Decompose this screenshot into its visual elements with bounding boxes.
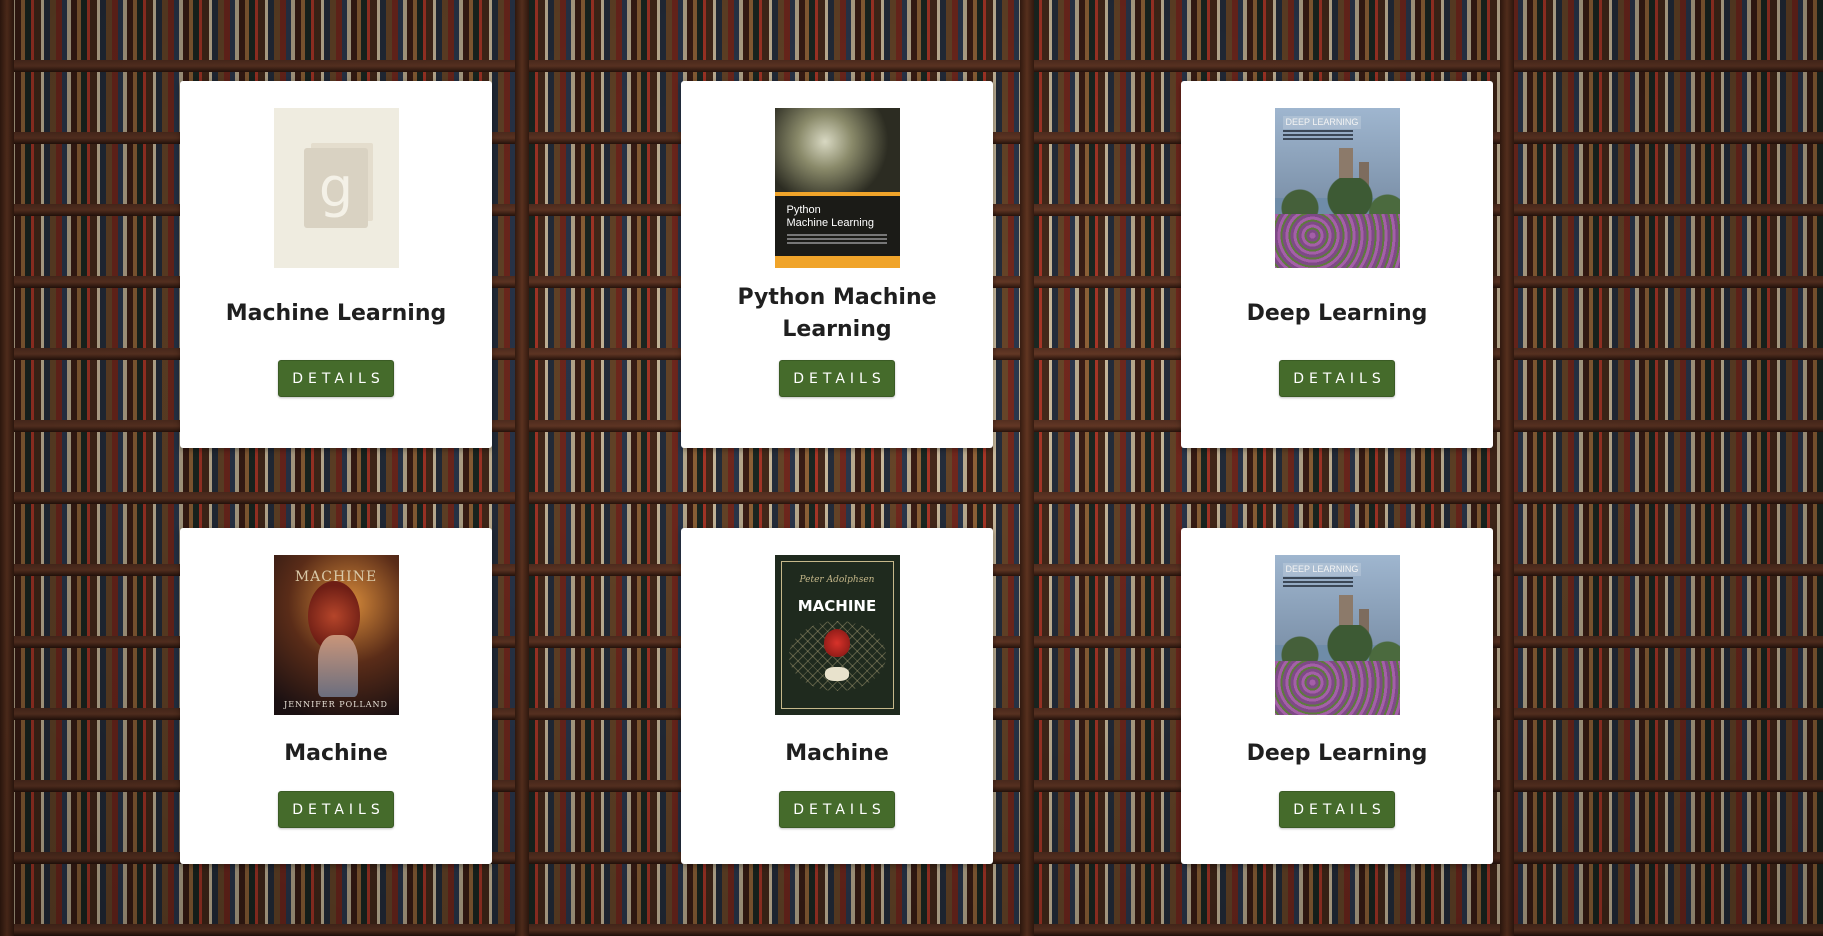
book-title: Machine [284, 741, 388, 766]
cover-author-lines [1282, 130, 1353, 140]
book-cover-image[interactable]: DEEP LEARNING [1274, 555, 1400, 715]
book-cover-image[interactable]: Peter Adolphsen MACHINE [774, 555, 900, 715]
cover-title-text: MACHINE [797, 597, 877, 615]
cover-title-text: DEEP LEARNING [1282, 116, 1362, 129]
book-title: Machine Learning [225, 301, 447, 326]
placeholder-letter: g [318, 156, 354, 219]
cover-unicorn [824, 667, 849, 681]
cover-footer-band [774, 256, 900, 268]
details-button[interactable]: DETAILS [1279, 791, 1395, 828]
cover-title-text: DEEP LEARNING [1282, 563, 1362, 576]
details-button[interactable]: DETAILS [278, 791, 394, 828]
book-card: MACHINE JENNIFER POLLAND Machine DETAILS [180, 528, 492, 864]
cover-band [774, 192, 900, 196]
book-card: g Machine Learning DETAILS [180, 81, 492, 448]
book-card: DEEP LEARNING Deep Learning DETAILS [1181, 81, 1493, 448]
book-title: Python Machine Learning [737, 285, 937, 342]
details-button[interactable]: DETAILS [779, 360, 895, 397]
book-cover-image[interactable]: DEEP LEARNING [1274, 108, 1400, 268]
book-card: Python Machine Learning Python Machine L… [681, 81, 993, 448]
cover-author-text: Peter Adolphsen [799, 575, 875, 585]
cover-author-lines [1282, 577, 1353, 587]
cover-subtitle-lines [786, 234, 887, 244]
cover-title-text: Python Machine Learning [786, 204, 874, 229]
cover-flowers [1274, 661, 1400, 715]
cover-title-text: MACHINE [294, 569, 378, 585]
book-card: Peter Adolphsen MACHINE Machine DETAILS [681, 528, 993, 864]
cover-heart [823, 629, 850, 657]
details-button[interactable]: DETAILS [278, 360, 394, 397]
book-title: Deep Learning [1246, 301, 1428, 326]
book-placeholder-icon: g [304, 148, 368, 228]
book-cover-image[interactable]: MACHINE JENNIFER POLLAND [273, 555, 399, 715]
book-title: Deep Learning [1246, 741, 1428, 766]
cover-artwork [774, 108, 900, 192]
book-cover-placeholder[interactable]: g [273, 108, 399, 268]
cover-figure-body [317, 635, 358, 697]
book-cover-image[interactable]: Python Machine Learning [774, 108, 900, 268]
details-button[interactable]: DETAILS [779, 791, 895, 828]
cover-flowers [1274, 214, 1400, 268]
cover-author-text: JENNIFER POLLAND [284, 700, 388, 709]
book-card: DEEP LEARNING Deep Learning DETAILS [1181, 528, 1493, 864]
details-button[interactable]: DETAILS [1279, 360, 1395, 397]
book-title: Machine [785, 741, 889, 766]
